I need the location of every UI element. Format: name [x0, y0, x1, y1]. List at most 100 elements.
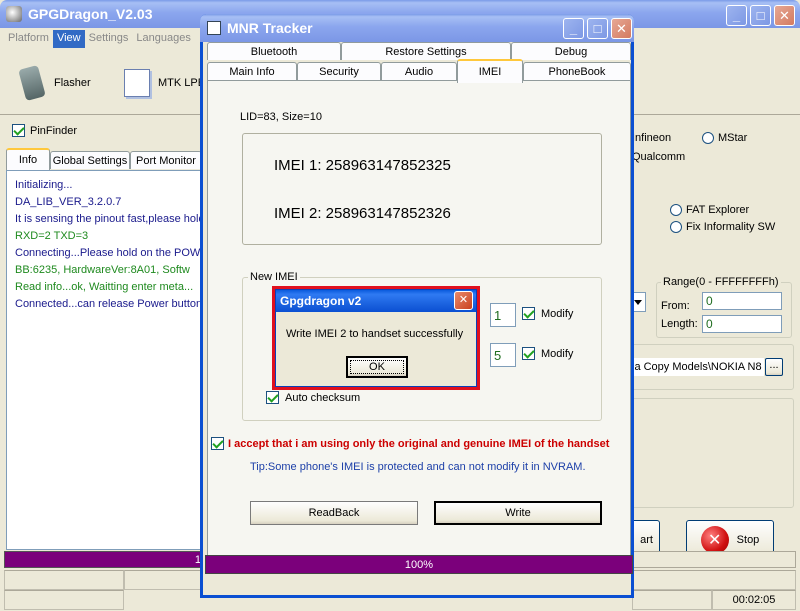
- imei1-readout: IMEI 1: 258963147852325: [274, 157, 451, 174]
- pinfinder-label: PinFinder: [30, 124, 78, 137]
- new-imei2-input[interactable]: 5: [490, 343, 516, 367]
- auto-checksum-checkbox[interactable]: Auto checksum: [266, 391, 360, 404]
- main-minimize-button[interactable]: _: [726, 5, 747, 26]
- log-panel[interactable]: Initializing... DA_LIB_VER_3.2.0.7 It is…: [6, 170, 206, 550]
- tab-main-info[interactable]: Main Info: [207, 62, 297, 80]
- modify1-label: Modify: [541, 307, 574, 320]
- fix-informality-radio[interactable]: Fix Informality SW: [670, 221, 775, 233]
- dialog-ok-button[interactable]: OK: [346, 356, 408, 378]
- stop-icon: ✕: [700, 526, 729, 554]
- status-cell: [632, 570, 796, 590]
- status-time: 00:02:05: [732, 594, 776, 606]
- modify2-checkbox[interactable]: Modify: [522, 347, 573, 360]
- mnr-maximize-button[interactable]: □: [587, 18, 608, 39]
- imei2-readout: IMEI 2: 258963147852326: [274, 205, 451, 222]
- lid-info: LID=83, Size=10: [240, 111, 322, 123]
- dialog-title: Gpgdragon v2: [280, 294, 362, 308]
- log-line: BB:6235, HardwareVer:8A01, Softw: [15, 264, 190, 276]
- dialog-message: Write IMEI 2 to handset successfully: [286, 328, 464, 340]
- mnr-progress-bar: 100%: [205, 555, 633, 574]
- tab-phonebook[interactable]: PhoneBook: [523, 62, 631, 80]
- fat-explorer-radio-icon: [670, 204, 682, 216]
- menu-platform[interactable]: Platform: [4, 30, 53, 48]
- accept-check-icon: [211, 437, 224, 450]
- message-dialog: Gpgdragon v2 ✕ Write IMEI 2 to handset s…: [275, 289, 477, 387]
- mstar-label: MStar: [718, 132, 748, 144]
- qualcomm-radio[interactable]: Qualcomm: [632, 151, 685, 163]
- mnr-window-icon: [207, 21, 221, 35]
- status-cell: [632, 590, 712, 610]
- modify2-label: Modify: [541, 347, 574, 360]
- menu-view[interactable]: View: [52, 30, 85, 48]
- tab-security[interactable]: Security: [297, 62, 381, 80]
- main-progress-right: [632, 551, 796, 568]
- mtk-tool[interactable]: MTK LPE: [124, 66, 205, 100]
- pinfinder-checkbox[interactable]: PinFinder: [12, 124, 77, 137]
- length-label: Length:: [661, 318, 698, 330]
- mnr-minimize-button[interactable]: _: [563, 18, 584, 39]
- tab-debug[interactable]: Debug: [511, 42, 631, 60]
- menu-bar: Platform View Settings Languages: [4, 30, 204, 48]
- mnr-window-title: MNR Tracker: [227, 20, 313, 36]
- modify1-check-icon: [522, 307, 535, 320]
- mstar-radio[interactable]: MStar: [702, 132, 747, 144]
- tab-audio[interactable]: Audio: [381, 62, 457, 80]
- tab-port-monitor[interactable]: Port Monitor: [130, 151, 202, 169]
- mtk-label: MTK LPE: [158, 77, 206, 89]
- modify1-checkbox[interactable]: Modify: [522, 307, 573, 320]
- bottom-right-group: [630, 398, 794, 508]
- status-cell: [124, 570, 204, 590]
- chevron-down-icon: [634, 299, 642, 305]
- tab-imei[interactable]: IMEI: [457, 59, 523, 83]
- tab-global-settings[interactable]: Global Settings: [50, 151, 130, 169]
- tip-text: Tip:Some phone's IMEI is protected and c…: [250, 461, 586, 473]
- menu-languages[interactable]: Languages: [132, 30, 194, 48]
- tab-bluetooth[interactable]: Bluetooth: [207, 42, 341, 60]
- app-icon: [6, 6, 22, 22]
- fix-informality-radio-icon: [670, 221, 682, 233]
- log-line: Read info...ok, Waitting enter meta...: [15, 281, 194, 293]
- tab-restore-settings[interactable]: Restore Settings: [341, 42, 511, 60]
- log-line: DA_LIB_VER_3.2.0.7: [15, 196, 122, 208]
- fat-explorer-radio[interactable]: FAT Explorer: [670, 204, 749, 216]
- log-line: Initializing...: [15, 179, 73, 191]
- main-progress-bar: 1: [4, 551, 204, 568]
- current-imei-box: [242, 133, 602, 245]
- log-line: It is sensing the pinout fast,please hol…: [15, 213, 205, 225]
- auto-checksum-check-icon: [266, 391, 279, 404]
- modify2-check-icon: [522, 347, 535, 360]
- log-line: RXD=2 TXD=3: [15, 230, 89, 242]
- infineon-radio[interactable]: Infineon: [632, 132, 671, 144]
- status-cell: [4, 590, 124, 610]
- dialog-title-bar[interactable]: Gpgdragon v2: [276, 290, 476, 312]
- length-input[interactable]: 0: [702, 315, 782, 333]
- menu-settings[interactable]: Settings: [85, 30, 133, 48]
- browse-button[interactable]: ...: [765, 358, 783, 376]
- readback-button[interactable]: ReadBack: [250, 501, 418, 525]
- auto-checksum-label: Auto checksum: [285, 391, 361, 404]
- main-maximize-button[interactable]: □: [750, 5, 771, 26]
- accept-checkbox[interactable]: I accept that i am using only the origin…: [211, 437, 609, 450]
- path-input[interactable]: ia Copy Models\NOKIA N8 M: [632, 358, 764, 376]
- mnr-progress-label: 100%: [404, 558, 434, 571]
- fix-informality-label: Fix Informality SW: [686, 221, 776, 233]
- new-imei-label: New IMEI: [248, 271, 300, 283]
- infineon-label: Infineon: [632, 132, 672, 144]
- tab-info[interactable]: Info: [6, 148, 50, 170]
- write-button[interactable]: Write: [434, 501, 602, 525]
- new-imei1-input[interactable]: 1: [490, 303, 516, 327]
- pinfinder-check-icon: [12, 124, 25, 137]
- flasher-tool[interactable]: Flasher: [18, 64, 91, 102]
- document-icon: [124, 69, 150, 97]
- log-line: Connecting...Please hold on the POWE: [15, 247, 205, 259]
- from-input[interactable]: 0: [702, 292, 782, 310]
- mstar-radio-icon: [702, 132, 714, 144]
- phone-icon: [18, 64, 46, 102]
- fat-explorer-label: FAT Explorer: [686, 204, 750, 216]
- mnr-close-button[interactable]: ✕: [611, 18, 632, 39]
- dialog-close-button[interactable]: ✕: [454, 291, 473, 310]
- log-line: Connected...can release Power button: [15, 298, 203, 310]
- flasher-label: Flasher: [54, 77, 91, 89]
- main-close-button[interactable]: ✕: [774, 5, 795, 26]
- qualcomm-label: Qualcomm: [632, 151, 686, 163]
